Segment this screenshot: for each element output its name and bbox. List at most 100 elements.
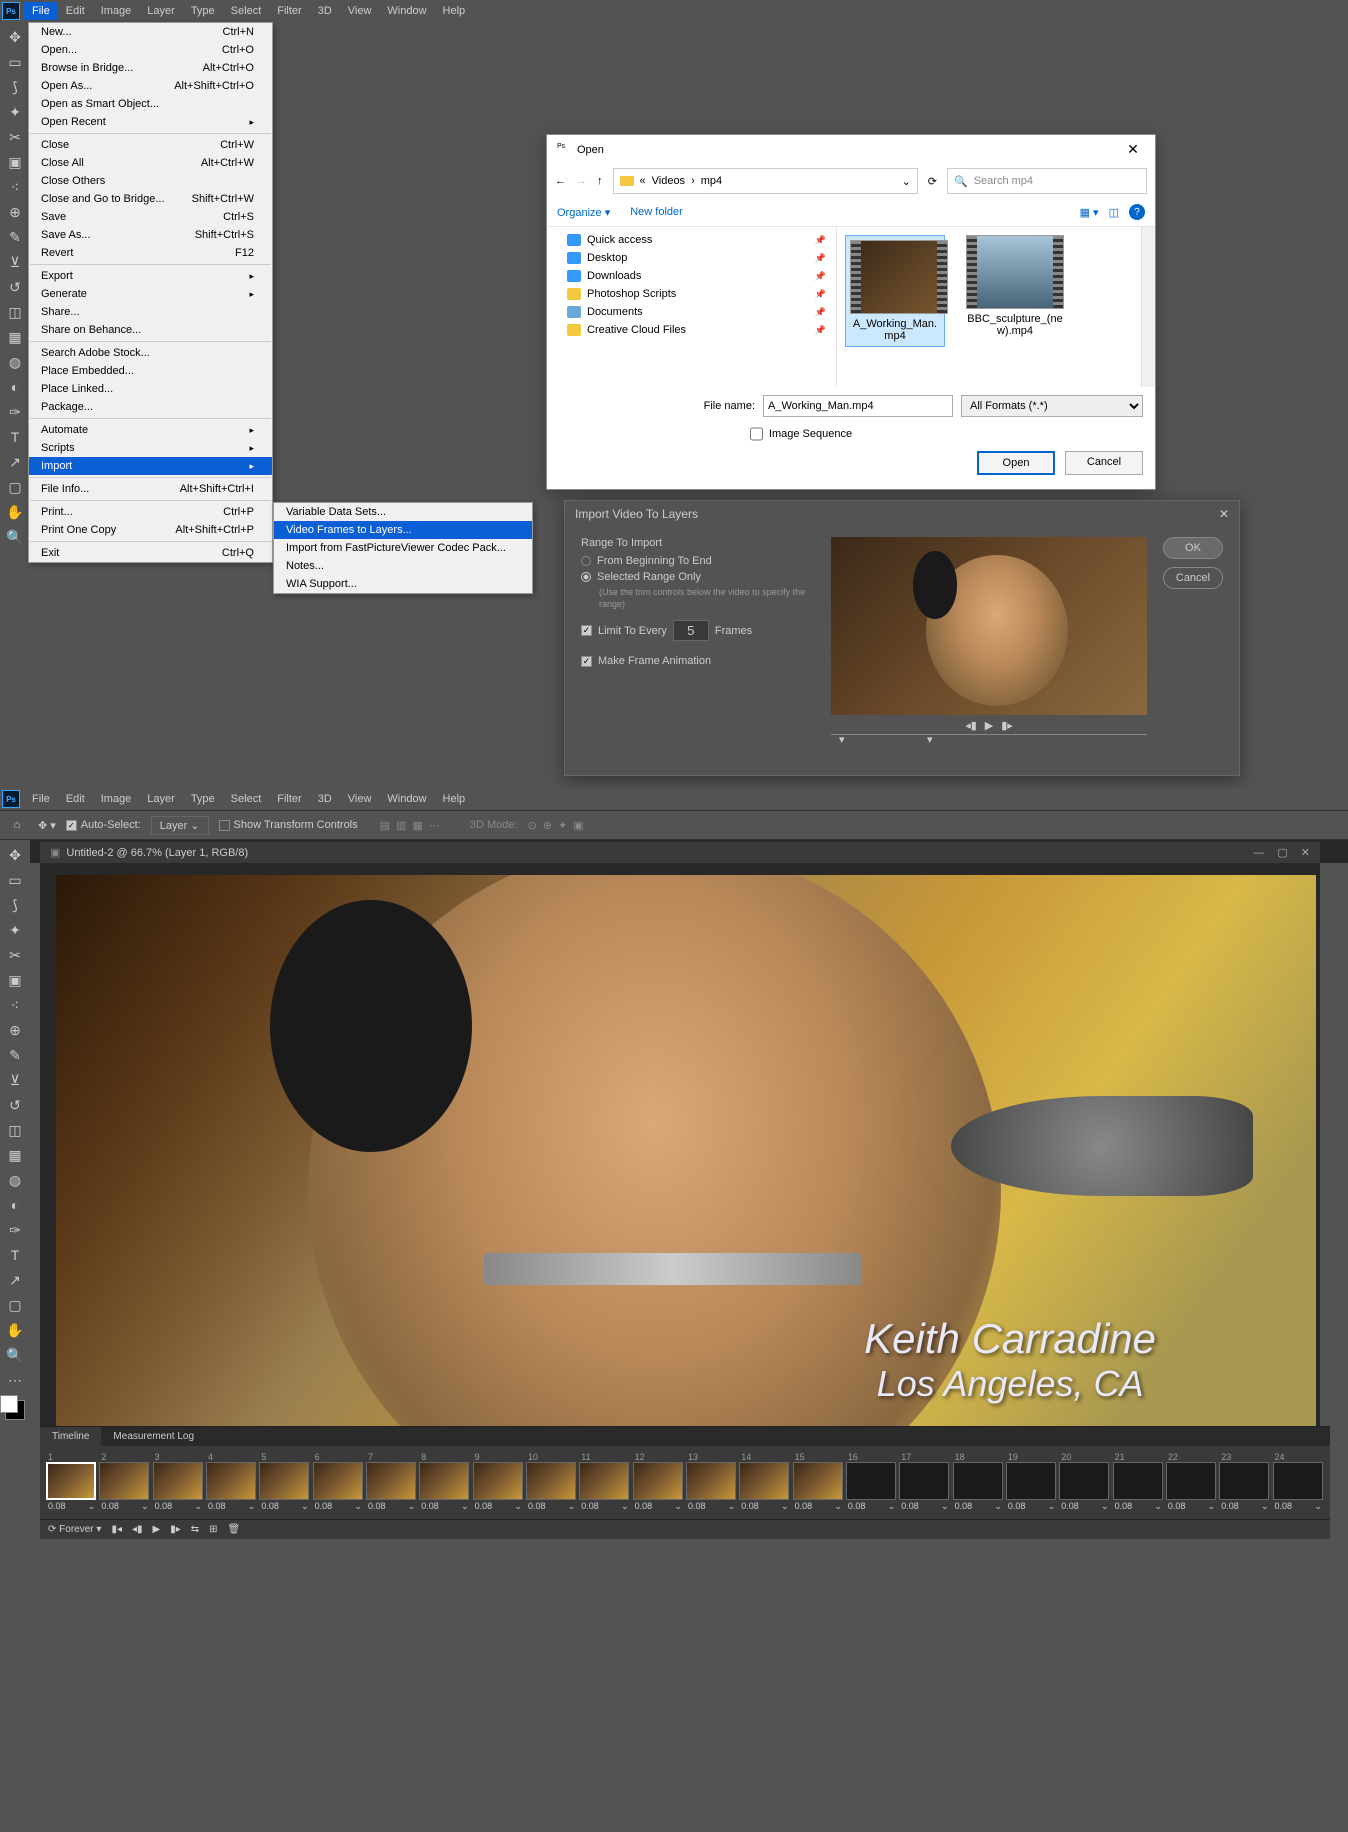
open-file-list[interactable]: A_Working_Man.mp4BBC_sculpture_(new).mp4 (837, 227, 1141, 387)
ok-button[interactable]: OK (1163, 537, 1223, 559)
blur-tool-icon[interactable]: ◍ (4, 1169, 26, 1191)
timeline-frame[interactable]: 200.08⌄ (1059, 1452, 1110, 1513)
menu-item[interactable]: Place Linked... (29, 380, 272, 398)
timeline-frame[interactable]: 60.08⌄ (313, 1452, 364, 1513)
wand-tool-icon[interactable]: ✦ (4, 919, 26, 941)
heal-tool-icon[interactable]: ⊕ (4, 1019, 26, 1041)
menu-view[interactable]: View (340, 2, 380, 20)
image-sequence-checkbox[interactable] (750, 423, 763, 445)
hand-tool-icon[interactable]: ✋ (4, 501, 26, 523)
path-tool-icon[interactable]: ↗ (4, 1269, 26, 1291)
blur-tool-icon[interactable]: ◍ (4, 351, 26, 373)
menu-select[interactable]: Select (223, 2, 270, 20)
stamp-tool-icon[interactable]: ⊻ (4, 251, 26, 273)
nav-up-icon[interactable]: ↑ (597, 175, 603, 187)
close-icon[interactable]: ✕ (1121, 141, 1145, 158)
sidebar-item[interactable]: Photoshop Scripts📌 (547, 285, 836, 303)
tool-strip-top[interactable]: ✥ ▭ ⟆ ✦ ✂ ▣ ⁖ ⊕ ✎ ⊻ ↺ ◫ ▦ ◍ ◐ ✑ T ↗ ▢ ✋ … (0, 22, 30, 622)
submenu-item[interactable]: WIA Support... (274, 575, 532, 593)
play-icon[interactable]: ▶ (985, 719, 993, 732)
first-frame-icon[interactable]: ▮◂ (111, 1524, 122, 1535)
align-icon[interactable]: ▥ (396, 819, 406, 832)
menu-edit[interactable]: Edit (58, 790, 93, 808)
dodge-tool-icon[interactable]: ◐ (4, 376, 26, 398)
close-icon[interactable]: ✕ (1219, 507, 1229, 521)
file-item[interactable]: A_Working_Man.mp4 (845, 235, 945, 347)
limit-frames-input[interactable] (673, 620, 709, 641)
timeline-frame[interactable]: 180.08⌄ (953, 1452, 1004, 1513)
show-transform-checkbox[interactable] (219, 820, 230, 831)
timeline-frame[interactable]: 20.08⌄ (99, 1452, 150, 1513)
menu-filter[interactable]: Filter (269, 2, 309, 20)
file-item[interactable]: BBC_sculpture_(new).mp4 (965, 235, 1065, 337)
menu-image[interactable]: Image (93, 2, 140, 20)
path-tool-icon[interactable]: ↗ (4, 451, 26, 473)
next-frame-icon[interactable]: ▮▸ (1001, 719, 1013, 732)
tool-strip-bottom[interactable]: ✥ ▭ ⟆ ✦ ✂ ▣ ⁖ ⊕ ✎ ⊻ ↺ ◫ ▦ ◍ ◐ ✑ T ↗ ▢ ✋ … (0, 840, 30, 1520)
3d-icon[interactable]: ✦ (558, 819, 567, 832)
organize-button[interactable]: Organize ▾ (557, 206, 610, 219)
gradient-tool-icon[interactable]: ▦ (4, 1144, 26, 1166)
menu-help[interactable]: Help (435, 790, 474, 808)
open-sidebar[interactable]: Quick access📌Desktop📌Downloads📌Photoshop… (547, 227, 837, 387)
marquee-tool-icon[interactable]: ▭ (4, 869, 26, 891)
shape-tool-icon[interactable]: ▢ (4, 1294, 26, 1316)
wand-tool-icon[interactable]: ✦ (4, 101, 26, 123)
tab-measurement[interactable]: Measurement Log (101, 1427, 206, 1446)
menu-item[interactable]: Generate▸ (29, 285, 272, 303)
timeline-frame[interactable]: 140.08⌄ (739, 1452, 790, 1513)
home-icon[interactable]: ⌂ (6, 814, 28, 836)
history-brush-icon[interactable]: ↺ (4, 276, 26, 298)
align-icon[interactable]: ⋯ (429, 819, 440, 832)
zoom-tool-icon[interactable]: 🔍 (4, 1344, 26, 1366)
new-folder-button[interactable]: New folder (630, 206, 683, 218)
brush-tool-icon[interactable]: ✎ (4, 226, 26, 248)
document-tab[interactable]: ▣ Untitled-2 @ 66.7% (Layer 1, RGB/8) — … (40, 842, 1320, 863)
timeline-frame[interactable]: 230.08⌄ (1219, 1452, 1270, 1513)
timeline-frame[interactable]: 220.08⌄ (1166, 1452, 1217, 1513)
checkbox-icon[interactable]: ✓ (581, 656, 592, 667)
close-icon[interactable]: ✕ (1301, 847, 1310, 859)
timeline-frame[interactable]: 240.08⌄ (1273, 1452, 1324, 1513)
timeline-frame[interactable]: 70.08⌄ (366, 1452, 417, 1513)
menu-item[interactable]: Save As...Shift+Ctrl+S (29, 226, 272, 244)
zoom-tool-icon[interactable]: 🔍 (4, 526, 26, 548)
auto-select-checkbox[interactable]: ✓ (66, 820, 77, 831)
tab-timeline[interactable]: Timeline (40, 1427, 101, 1446)
lasso-tool-icon[interactable]: ⟆ (4, 76, 26, 98)
timeline-frame[interactable]: 190.08⌄ (1006, 1452, 1057, 1513)
cancel-button[interactable]: Cancel (1163, 567, 1223, 589)
brush-tool-icon[interactable]: ✎ (4, 1044, 26, 1066)
menu-item[interactable]: Scripts▸ (29, 439, 272, 457)
heal-tool-icon[interactable]: ⊕ (4, 201, 26, 223)
sidebar-item[interactable]: Desktop📌 (547, 249, 836, 267)
submenu-item[interactable]: Variable Data Sets... (274, 503, 532, 521)
delete-frame-icon[interactable]: 🗑 (228, 1524, 241, 1535)
stamp-tool-icon[interactable]: ⊻ (4, 1069, 26, 1091)
lasso-tool-icon[interactable]: ⟆ (4, 894, 26, 916)
shape-tool-icon[interactable]: ▢ (4, 476, 26, 498)
menu-item[interactable]: Share... (29, 303, 272, 321)
menu-item[interactable]: Browse in Bridge...Alt+Ctrl+O (29, 59, 272, 77)
sidebar-item[interactable]: Creative Cloud Files📌 (547, 321, 836, 339)
from-beginning-radio[interactable]: From Beginning To End (581, 555, 815, 567)
pen-tool-icon[interactable]: ✑ (4, 1219, 26, 1241)
filename-input[interactable] (763, 395, 953, 417)
search-input[interactable]: 🔍 Search mp4 (947, 168, 1147, 194)
history-brush-icon[interactable]: ↺ (4, 1094, 26, 1116)
menu-layer[interactable]: Layer (139, 790, 183, 808)
cancel-button[interactable]: Cancel (1065, 451, 1143, 475)
timeline-frame[interactable]: 110.08⌄ (579, 1452, 630, 1513)
checkbox-icon[interactable]: ✓ (581, 625, 592, 636)
menu-filter[interactable]: Filter (269, 790, 309, 808)
refresh-icon[interactable]: ⟳ (928, 175, 937, 188)
timeline-frame[interactable]: 30.08⌄ (153, 1452, 204, 1513)
menu-layer[interactable]: Layer (139, 2, 183, 20)
menu-type[interactable]: Type (183, 2, 223, 20)
menu-item[interactable]: New...Ctrl+N (29, 23, 272, 41)
crop-tool-icon[interactable]: ✂ (4, 944, 26, 966)
gradient-tool-icon[interactable]: ▦ (4, 326, 26, 348)
canvas[interactable]: Keith Carradine Los Angeles, CA (56, 875, 1316, 1505)
marquee-tool-icon[interactable]: ▭ (4, 51, 26, 73)
timeline-frame[interactable]: 50.08⌄ (259, 1452, 310, 1513)
